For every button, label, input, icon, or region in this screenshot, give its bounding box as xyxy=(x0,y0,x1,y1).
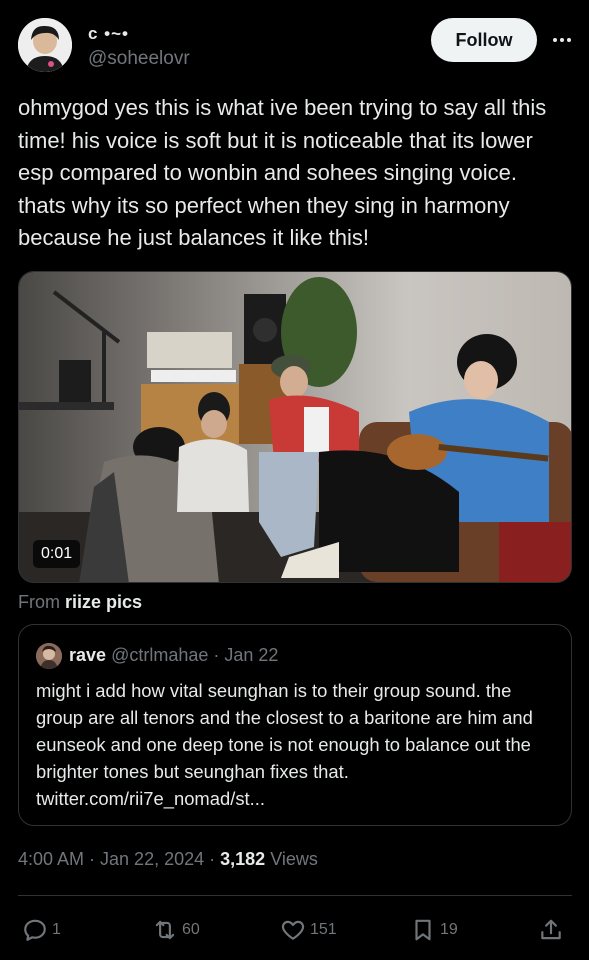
quote-author-avatar xyxy=(36,643,62,669)
views-count: 3,182 xyxy=(220,849,266,869)
video-player[interactable]: 0:01 xyxy=(18,271,572,583)
media-source-name[interactable]: riize pics xyxy=(65,592,142,612)
reply-count: 1 xyxy=(52,921,61,938)
like-button[interactable]: 151 xyxy=(280,912,337,948)
quote-text: might i add how vital seunghan is to the… xyxy=(36,680,533,809)
quote-author-handle: @ctrlmahae xyxy=(111,645,209,665)
divider xyxy=(18,895,572,896)
heart-icon xyxy=(281,920,305,940)
repost-count: 60 xyxy=(182,921,200,938)
quote-author-name: rave xyxy=(69,645,107,665)
author-handle[interactable]: @soheelovr xyxy=(88,48,190,70)
tweet-text: ohmygod yes this is what ive been trying… xyxy=(18,95,547,250)
more-horizontal-icon[interactable] xyxy=(550,28,574,52)
repost-icon xyxy=(155,920,175,940)
tweet-meta: 4:00 AM · Jan 22, 2024 · 3,182 Views xyxy=(18,849,318,870)
media-source-prefix: From xyxy=(18,592,60,612)
video-frame xyxy=(19,272,571,582)
action-bar: 1 60 151 19 xyxy=(18,912,572,948)
video-time-badge: 0:01 xyxy=(33,540,81,568)
bookmark-button[interactable]: 19 xyxy=(410,912,458,948)
like-count: 151 xyxy=(310,921,337,938)
share-icon xyxy=(541,919,561,940)
bookmark-count: 19 xyxy=(440,921,458,938)
reply-button[interactable]: 1 xyxy=(22,912,61,948)
quoted-tweet[interactable]: rave @ctrlmahae · Jan 22 might i add how… xyxy=(18,624,572,826)
quote-header: rave @ctrlmahae · Jan 22 xyxy=(69,645,278,666)
media-source: From riize pics xyxy=(18,592,142,613)
quote-date: · Jan 22 xyxy=(213,645,279,665)
author-avatar[interactable] xyxy=(18,18,72,72)
share-button[interactable] xyxy=(538,912,564,948)
reply-icon xyxy=(24,919,46,941)
bookmark-icon xyxy=(415,919,431,941)
follow-button[interactable]: Follow xyxy=(431,18,537,62)
tweet-header: c •~• @soheelovr Follow xyxy=(18,18,571,74)
author-display-name[interactable]: c •~• xyxy=(88,24,129,44)
views-label: Views xyxy=(270,849,318,869)
tweet-timestamp[interactable]: 4:00 AM · Jan 22, 2024 · xyxy=(18,849,215,869)
repost-button[interactable]: 60 xyxy=(152,912,200,948)
